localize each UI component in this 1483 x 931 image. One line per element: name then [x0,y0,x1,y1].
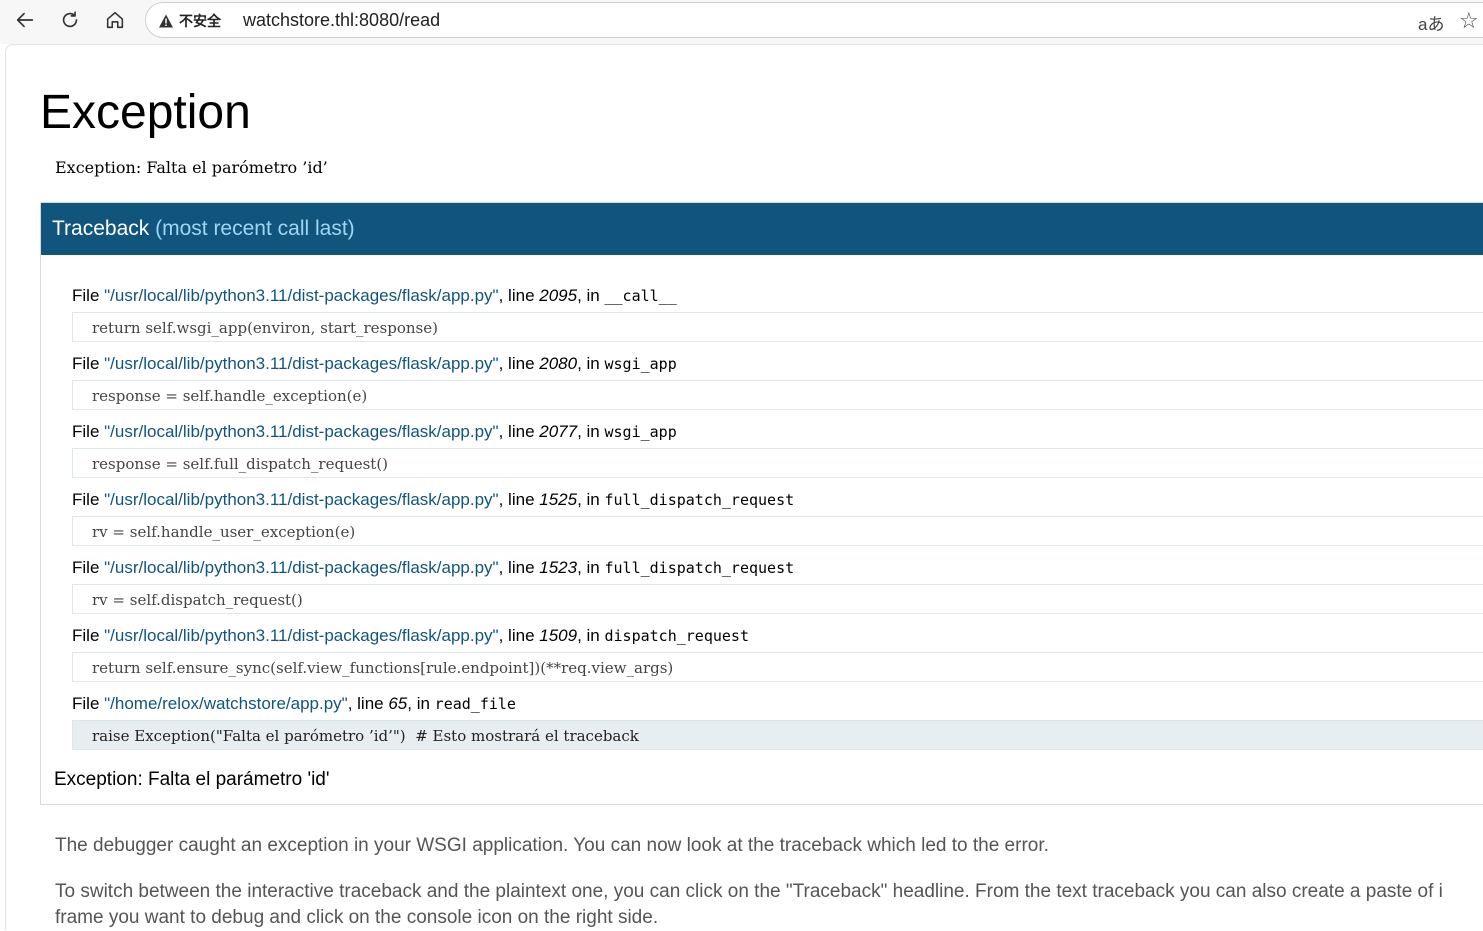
page-title: Exception [40,86,251,139]
bookmark-star-icon[interactable]: ☆ [1459,8,1479,34]
frame-source-line[interactable]: response = self.handle_exception(e) [72,380,1483,410]
frame-filename: "/usr/local/lib/python3.11/dist-packages… [104,286,499,305]
frame-source-line[interactable]: response = self.full_dispatch_request() [72,448,1483,478]
warning-triangle-icon [158,13,174,29]
not-secure-label: 不安全 [179,13,221,29]
traceback-panel: Traceback (most recent call last) File "… [40,202,1483,805]
traceback-headline[interactable]: Traceback (most recent call last) [41,203,1483,255]
frame-source-line[interactable]: return self.ensure_sync(self.view_functi… [72,652,1483,682]
frame-filename: "/usr/local/lib/python3.11/dist-packages… [104,626,499,645]
frame-line-number: 1525 [539,490,578,509]
frame-location: File "/home/relox/watchstore/app.py", li… [72,694,516,713]
frame-line-number: 2095 [539,286,578,305]
frame-source-line[interactable]: rv = self.dispatch_request() [72,584,1483,614]
frame-location: File "/usr/local/lib/python3.11/dist-pac… [72,626,749,645]
traceback-toggle-hint: To switch between the interactive traceb… [55,881,1443,902]
frame-function: __call__ [604,287,677,305]
frame-source-line-current[interactable]: raise Exception("Falta el parómetro ’id’… [72,720,1483,750]
frame-line-number: 2077 [539,422,578,441]
frame-function: full_dispatch_request [604,559,795,577]
frame-filename: "/home/relox/watchstore/app.py" [104,694,348,713]
address-bar[interactable]: 不安全 watchstore.thl:8080/read aあ ☆ [145,2,1483,38]
back-button[interactable] [9,4,41,36]
traceback-frame-current: File "/home/relox/watchstore/app.py", li… [72,692,1483,750]
frame-line-number: 1523 [539,558,578,577]
frame-function: wsgi_app [604,423,677,441]
url-text[interactable]: watchstore.thl:8080/read [243,10,440,31]
frame-source-line[interactable]: return self.wsgi_app(environ, start_resp… [72,312,1483,342]
frame-filename: "/usr/local/lib/python3.11/dist-packages… [104,558,499,577]
debugger-explanation: The debugger caught an exception in your… [55,835,1049,856]
traceback-toggle-hint-continued: frame you want to debug and click on the… [55,907,659,928]
frame-function: wsgi_app [604,355,677,373]
traceback-frame: File "/usr/local/lib/python3.11/dist-pac… [72,556,1483,614]
frame-location: File "/usr/local/lib/python3.11/dist-pac… [72,422,677,441]
frame-line-number: 1509 [539,626,578,645]
back-arrow-icon [16,12,34,28]
traceback-frame: File "/usr/local/lib/python3.11/dist-pac… [72,352,1483,410]
browser-toolbar: 不安全 watchstore.thl:8080/read aあ ☆ [0,0,1483,44]
traceback-frame: File "/usr/local/lib/python3.11/dist-pac… [72,420,1483,478]
reload-icon [62,11,78,28]
frame-location: File "/usr/local/lib/python3.11/dist-pac… [72,354,677,373]
translate-icon[interactable]: aあ [1418,10,1444,35]
home-icon [106,11,124,29]
frame-function: full_dispatch_request [604,491,795,509]
traceback-frame: File "/usr/local/lib/python3.11/dist-pac… [72,284,1483,342]
frame-location: File "/usr/local/lib/python3.11/dist-pac… [72,490,795,509]
site-security-indicator[interactable]: 不安全 [158,9,221,33]
traceback-frame: File "/usr/local/lib/python3.11/dist-pac… [72,488,1483,546]
frame-function: read_file [434,695,516,713]
frame-function: dispatch_request [604,627,749,645]
frame-location: File "/usr/local/lib/python3.11/dist-pac… [72,558,795,577]
frame-source-line[interactable]: rv = self.handle_user_exception(e) [72,516,1483,546]
reload-button[interactable] [54,4,86,36]
home-button[interactable] [99,4,131,36]
page-content: Exception Exception: Falta el parómetro … [5,44,1483,930]
traceback-subtitle: (most recent call last) [155,217,355,240]
frame-filename: "/usr/local/lib/python3.11/dist-packages… [104,422,499,441]
exception-summary: Exception: Falta el parámetro 'id' [54,769,330,790]
frame-location: File "/usr/local/lib/python3.11/dist-pac… [72,286,677,305]
frame-line-number: 2080 [539,354,578,373]
traceback-frame: File "/usr/local/lib/python3.11/dist-pac… [72,624,1483,682]
traceback-title: Traceback [52,217,150,240]
frame-line-number: 65 [388,694,408,713]
frame-filename: "/usr/local/lib/python3.11/dist-packages… [104,354,499,373]
error-message: Exception: Falta el parómetro ’id’ [55,158,328,177]
frame-filename: "/usr/local/lib/python3.11/dist-packages… [104,490,499,509]
